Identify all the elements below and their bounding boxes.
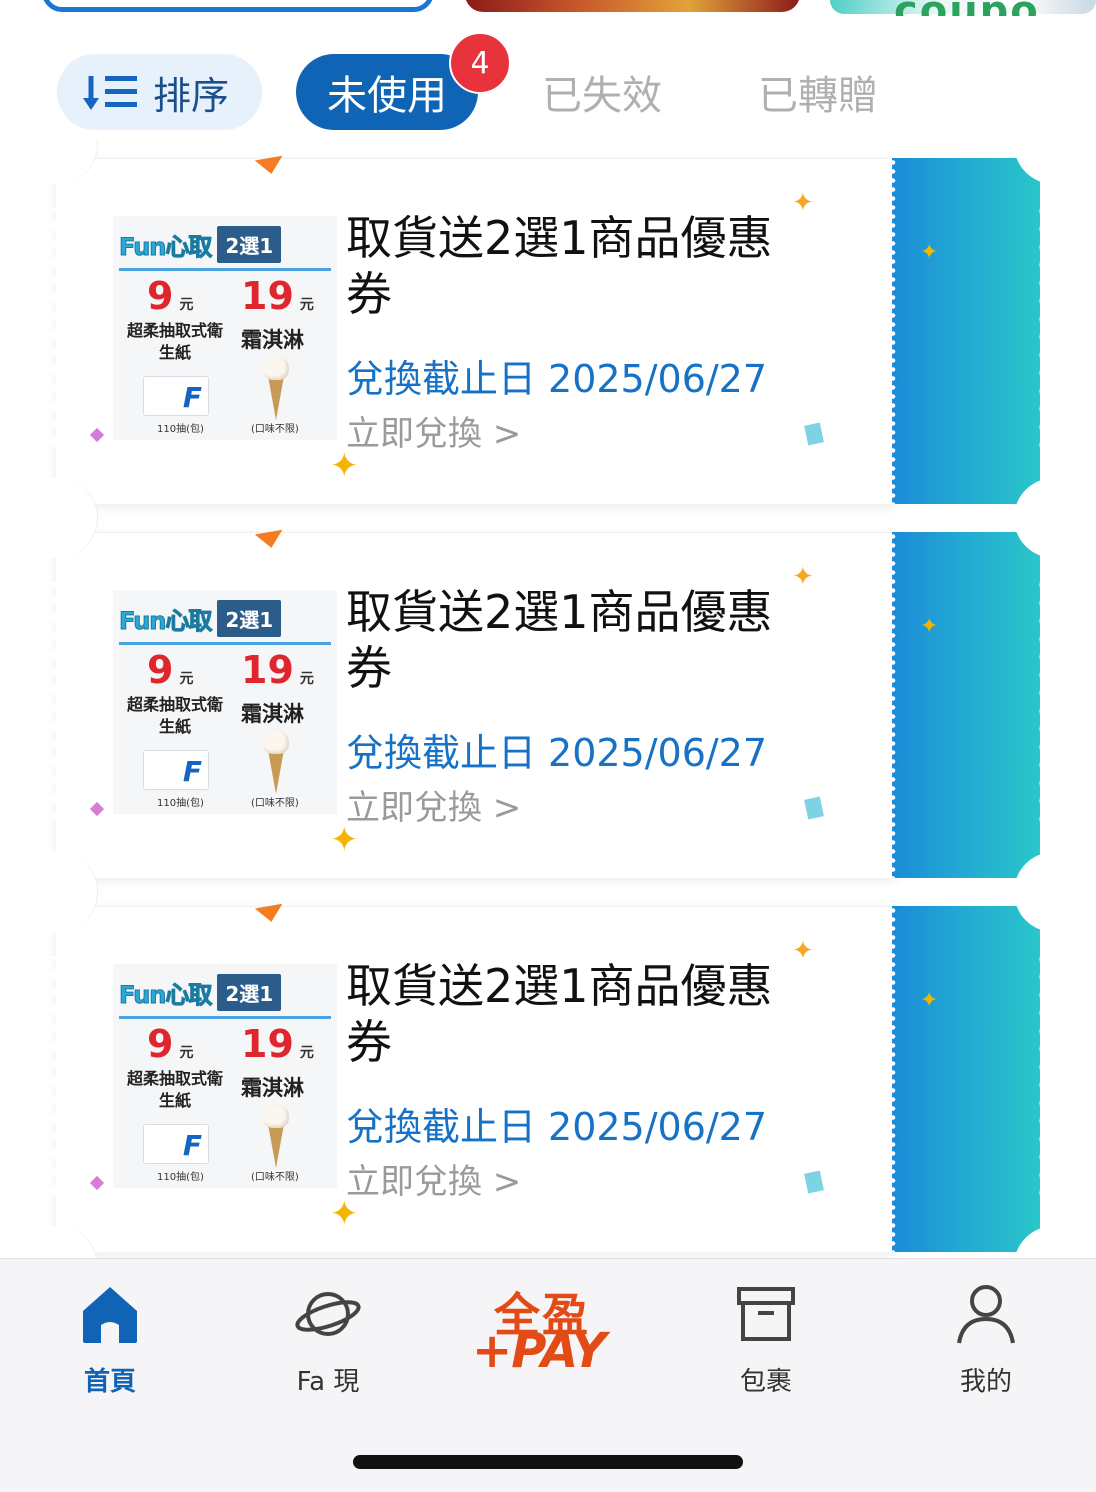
coupon-title: 取貨送2選1商品優惠券 <box>346 585 773 695</box>
ice-cream-icon <box>263 356 289 422</box>
coupon-card[interactable]: ✦ ✦ ✦ Fun心取 2選1 9元 19 元 超柔抽取式衛生紙 霜淇淋 F 11… <box>46 140 1058 522</box>
coupon-expiry: 兌換截止日 2025/06/27 <box>346 731 768 775</box>
profile-icon <box>957 1285 1015 1344</box>
coupon-stub-scallop <box>1032 202 1046 460</box>
price-icecream: 19 元 <box>241 648 314 692</box>
thumbnail-header: Fun心取 2選1 <box>118 222 331 266</box>
fun-logo: Fun心取 <box>118 980 212 1009</box>
tissue-box-icon: F <box>143 1124 209 1164</box>
pay-logo-line2: +PAY <box>472 1323 606 1379</box>
nav-home-label: 首頁 <box>83 1367 136 1397</box>
sparkle-icon: ✦ <box>920 988 939 1013</box>
nav-home[interactable]: 首頁 <box>50 1279 170 1399</box>
item-tissue-name: 超柔抽取式衛生紙 <box>127 321 224 362</box>
nav-package[interactable]: 包裹 <box>706 1279 826 1399</box>
tissue-box-icon: F <box>143 376 209 416</box>
top-banner-strip: coupo <box>0 0 1096 16</box>
coupon-card[interactable]: ✦ ✦ ✦ Fun心取 2選1 9元 19 元 超柔抽取式衛生紙 霜淇淋 F 11… <box>46 514 1058 896</box>
price-icecream: 19 元 <box>241 274 314 318</box>
nav-profile-label: 我的 <box>959 1367 1012 1397</box>
item-tissue-sub: 110抽(包) <box>157 424 204 435</box>
coupon-stub-scallop <box>1032 950 1046 1208</box>
item-tissue-sub: 110抽(包) <box>157 1172 204 1183</box>
nav-fa-label: Fa 現 <box>296 1367 360 1397</box>
coupon-scallop-edge <box>50 208 64 448</box>
banner-partial-text: coupo <box>894 0 1040 16</box>
ice-cream-icon <box>263 1104 289 1170</box>
item-icecream-name: 霜淇淋 <box>241 1076 304 1100</box>
planet-icon <box>295 1292 361 1336</box>
coupon-title: 取貨送2選1商品優惠券 <box>346 211 773 321</box>
price-tissue: 9元 <box>147 648 194 692</box>
price-icecream: 19 元 <box>241 1022 314 1066</box>
item-tissue-name: 超柔抽取式衛生紙 <box>127 1069 224 1110</box>
item-tissue-name: 超柔抽取式衛生紙 <box>127 695 224 736</box>
fun-logo: Fun心取 <box>118 606 212 635</box>
promo-tag: 2選1 <box>217 599 282 637</box>
item-icecream-name: 霜淇淋 <box>241 702 304 726</box>
coupon-filter-tabs: 排序 未使用 4 已失效 已轉贈 <box>0 32 1096 130</box>
tab-transferred[interactable]: 已轉贈 <box>758 54 878 130</box>
tissue-box-icon: F <box>143 750 209 790</box>
coupon-thumbnail: Fun心取 2選1 9元 19 元 超柔抽取式衛生紙 霜淇淋 F 110抽(包) … <box>113 964 337 1188</box>
thumbnail-header: Fun心取 2選1 <box>118 970 331 1014</box>
tab-expired[interactable]: 已失效 <box>542 54 662 130</box>
thumbnail-divider <box>119 268 331 271</box>
nav-fa[interactable]: Fa 現 <box>268 1279 388 1399</box>
coupon-scallop-edge <box>50 582 64 822</box>
price-tissue: 9元 <box>147 274 194 318</box>
banner-card-left[interactable] <box>42 0 434 12</box>
banner-card-right[interactable]: coupo <box>830 0 1096 16</box>
item-icecream-sub: (口味不限) <box>251 424 299 435</box>
nav-package-label: 包裹 <box>739 1367 792 1397</box>
ice-cream-icon <box>263 730 289 796</box>
coupon-perforation <box>890 158 896 504</box>
item-icecream-sub: (口味不限) <box>251 798 299 809</box>
item-tissue-sub: 110抽(包) <box>157 798 204 809</box>
banner-card-middle[interactable] <box>465 0 800 12</box>
coupon-scallop-edge <box>50 956 64 1196</box>
sparkle-icon: ✦ <box>920 240 939 265</box>
redeem-now-link[interactable]: 立即兌換 > <box>346 406 521 455</box>
all-plus-pay-logo[interactable]: 全盈 +PAY <box>472 1279 624 1379</box>
sparkle-icon: ✦ <box>920 614 939 639</box>
home-indicator[interactable] <box>353 1455 743 1469</box>
promo-tag: 2選1 <box>217 973 282 1011</box>
coupon-expiry: 兌換截止日 2025/06/27 <box>346 1105 768 1149</box>
bottom-nav: 首頁 Fa 現 全盈 +PAY 包裹 我的 <box>0 1258 1096 1492</box>
coupon-stub-scallop <box>1032 576 1046 834</box>
coupon-thumbnail: Fun心取 2選1 9元 19 元 超柔抽取式衛生紙 霜淇淋 F 110抽(包) … <box>113 590 337 814</box>
coupon-thumbnail: Fun心取 2選1 9元 19 元 超柔抽取式衛生紙 霜淇淋 F 110抽(包) … <box>113 216 337 440</box>
package-icon <box>737 1287 795 1341</box>
price-tissue: 9元 <box>147 1022 194 1066</box>
coupon-stub <box>892 532 1040 878</box>
home-icon <box>83 1287 137 1343</box>
sort-button[interactable]: 排序 <box>57 54 262 130</box>
unused-count-badge: 4 <box>449 32 511 94</box>
nav-profile[interactable]: 我的 <box>926 1279 1046 1399</box>
sort-label: 排序 <box>153 73 230 118</box>
thumbnail-divider <box>119 1016 331 1019</box>
coupon-card[interactable]: ✦ ✦ ✦ Fun心取 2選1 9元 19 元 超柔抽取式衛生紙 霜淇淋 F 11… <box>46 888 1058 1270</box>
thumbnail-divider <box>119 642 331 645</box>
coupon-stub <box>892 158 1040 504</box>
promo-tag: 2選1 <box>217 225 282 263</box>
coupon-perforation <box>890 906 896 1252</box>
thumbnail-header: Fun心取 2選1 <box>118 596 331 640</box>
item-icecream-sub: (口味不限) <box>251 1172 299 1183</box>
coupon-title: 取貨送2選1商品優惠券 <box>346 959 773 1069</box>
coupon-perforation <box>890 532 896 878</box>
coupon-stub <box>892 906 1040 1252</box>
redeem-now-link[interactable]: 立即兌換 > <box>346 1154 521 1203</box>
item-icecream-name: 霜淇淋 <box>241 328 304 352</box>
redeem-now-link[interactable]: 立即兌換 > <box>346 780 521 829</box>
sort-icon <box>83 76 137 110</box>
coupon-expiry: 兌換截止日 2025/06/27 <box>346 357 768 401</box>
fun-logo: Fun心取 <box>118 232 212 261</box>
